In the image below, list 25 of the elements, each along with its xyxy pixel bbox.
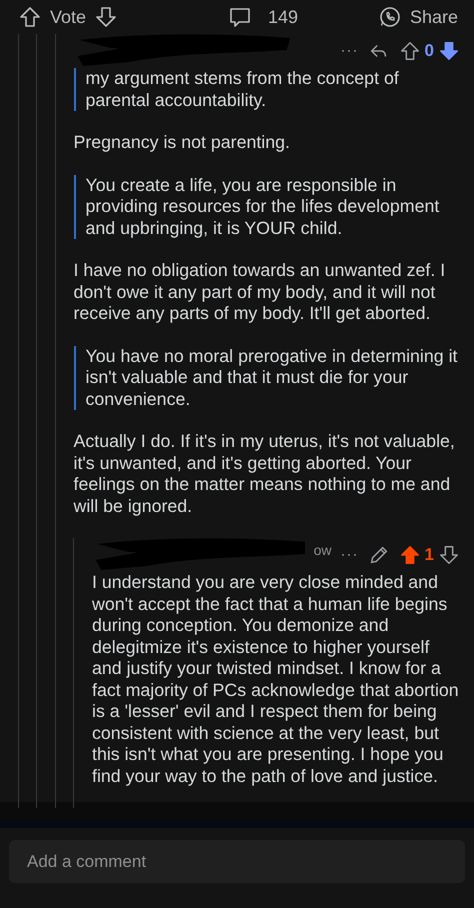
more-button[interactable]: ···	[340, 40, 359, 62]
upvote-icon[interactable]	[398, 544, 421, 566]
comment-text: Actually I do. If it's in my uterus, it's not valuable, it's unwanted, and it's getting aborted. Your feelings on the matter means nothing to me and will be ignored.	[74, 431, 456, 517]
quote-text: my argument stems from the concept of parental accountability.	[74, 68, 460, 111]
comment-text: Pregnancy is not parenting.	[74, 132, 291, 154]
timestamp: ow	[314, 541, 332, 560]
downvote-icon[interactable]	[438, 40, 460, 62]
more-button[interactable]: ···	[340, 544, 359, 566]
share-icon[interactable]	[378, 5, 402, 29]
share-button[interactable]: Share	[410, 4, 458, 30]
upvote-icon[interactable]	[18, 5, 42, 29]
quote-text: You have no moral prerogative in determining it isn't valuable and that it must die for your convenience.	[74, 346, 460, 410]
comment-text: I have no obligation towards an unwanted zef. I don't owe it any part of my body, and it will not receive any parts of my body. It'll get aborted.	[74, 260, 446, 324]
comment-text: I understand you are very close minded and won't accept the fact that a human life begins during conception. You demonize and delegitmize it's existence to higher yourself and justify your twisted mindset. I know for a fact majority of PCs acknowledge that abortion is a 'lesser' evil and I respect them for being consistent with science at the very least, but this isn't what you are presenting. I hope you find your way to the path of love and justice.	[92, 572, 460, 787]
vote-label: Vote	[50, 6, 86, 28]
downvote-icon[interactable]	[94, 5, 118, 29]
comment-icon[interactable]	[228, 5, 252, 29]
score: 1	[424, 544, 434, 566]
edit-icon[interactable]	[368, 544, 390, 566]
score: 0	[424, 40, 434, 62]
comment-count: 149	[268, 6, 298, 28]
quote-text: You create a life, you are responsible in providing resources for the lifes development and upbringing, it is YOUR child.	[74, 174, 460, 239]
downvote-icon[interactable]	[438, 544, 460, 566]
upvote-icon[interactable]	[398, 40, 421, 62]
comment-field[interactable]: Add a comment	[9, 840, 465, 883]
